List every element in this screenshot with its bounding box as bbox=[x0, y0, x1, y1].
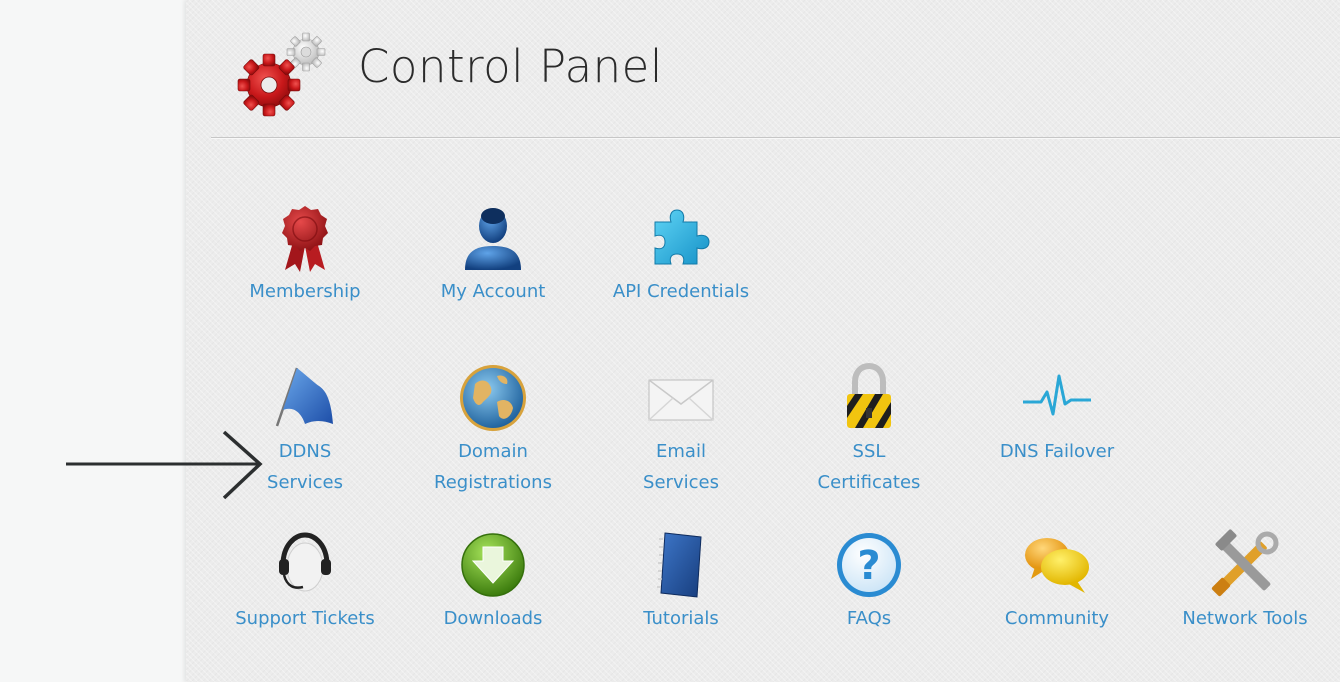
tutorials-link[interactable]: Tutorials bbox=[601, 529, 761, 634]
membership-label: Membership bbox=[249, 281, 361, 302]
tutorials-label: Tutorials bbox=[643, 608, 719, 629]
notebook-icon bbox=[657, 532, 702, 598]
question-icon: ? bbox=[837, 533, 901, 597]
dns-failover-link[interactable]: DNS Failover bbox=[977, 362, 1137, 467]
left-blank-pane bbox=[0, 0, 186, 682]
api-credentials-label: API Credentials bbox=[612, 281, 750, 302]
community-label: Community bbox=[1004, 608, 1110, 629]
faqs-label: FAQs bbox=[846, 608, 892, 629]
api-credentials-link[interactable]: API Credentials bbox=[601, 202, 761, 307]
pulse-icon bbox=[1023, 374, 1091, 416]
header-divider bbox=[211, 137, 1340, 139]
email-services-link[interactable]: Email Services bbox=[601, 362, 761, 498]
domain-registrations-link[interactable]: Domain Registrations bbox=[413, 362, 573, 498]
faqs-link[interactable]: ? FAQs bbox=[789, 529, 949, 634]
chat-bubbles-icon bbox=[1025, 538, 1089, 593]
globe-icon bbox=[460, 365, 526, 431]
email-services-label: Email Services bbox=[643, 441, 719, 493]
page-title: Control Panel bbox=[358, 40, 663, 93]
gears-logo-icon bbox=[237, 32, 326, 117]
my-account-label: My Account bbox=[440, 281, 546, 302]
my-account-link[interactable]: My Account bbox=[413, 202, 573, 307]
network-tools-link[interactable]: Network Tools bbox=[1165, 529, 1325, 634]
domain-registrations-label: Domain Registrations bbox=[434, 441, 552, 493]
pointer-arrow-icon bbox=[66, 430, 263, 500]
flag-icon bbox=[275, 367, 333, 427]
ribbon-icon bbox=[282, 206, 328, 272]
support-tickets-link[interactable]: Support Tickets bbox=[225, 529, 385, 634]
support-tickets-label: Support Tickets bbox=[235, 608, 375, 629]
padlock-icon bbox=[847, 362, 891, 428]
downloads-link[interactable]: Downloads bbox=[413, 529, 573, 634]
tools-icon bbox=[1211, 529, 1279, 597]
user-icon bbox=[465, 208, 521, 270]
network-tools-label: Network Tools bbox=[1182, 608, 1308, 629]
downloads-label: Downloads bbox=[443, 608, 543, 629]
download-icon bbox=[461, 533, 525, 597]
svg-text:?: ? bbox=[857, 543, 880, 589]
headset-icon bbox=[279, 532, 331, 592]
ssl-certificates-link[interactable]: SSL Certificates bbox=[789, 362, 949, 498]
envelope-icon bbox=[648, 379, 714, 421]
dns-failover-label: DNS Failover bbox=[999, 441, 1115, 462]
membership-link[interactable]: Membership bbox=[225, 202, 385, 307]
ssl-certificates-label: SSL Certificates bbox=[817, 441, 921, 493]
community-link[interactable]: Community bbox=[977, 529, 1137, 634]
puzzle-icon bbox=[654, 209, 710, 265]
